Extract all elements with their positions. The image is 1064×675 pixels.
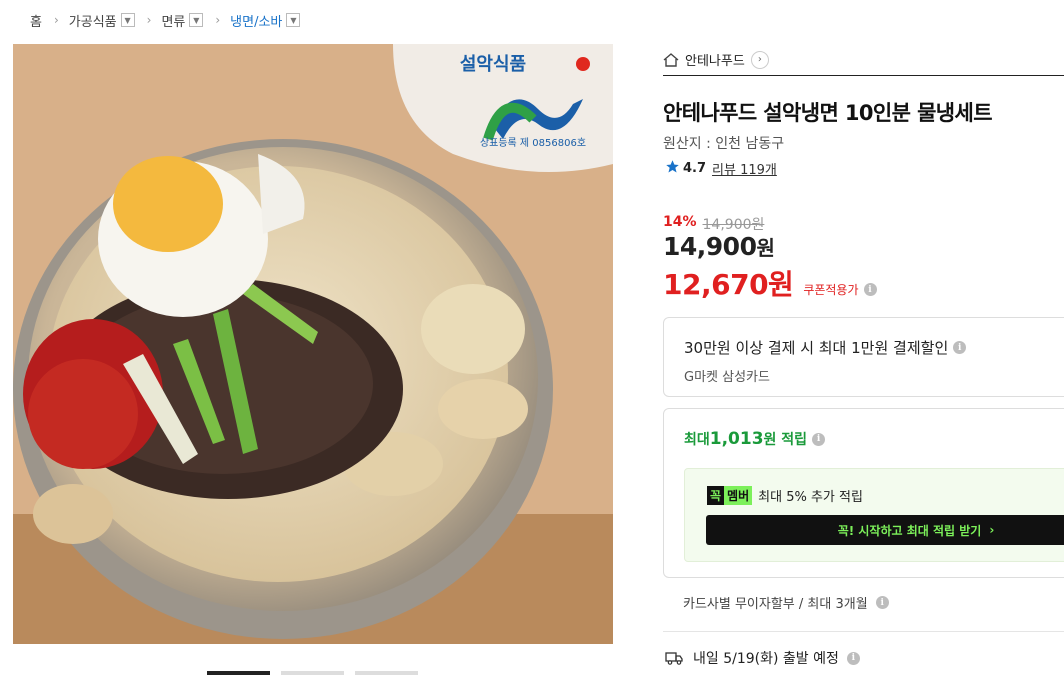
current-price-value: 14,900 [663, 232, 757, 261]
seller-link[interactable]: 안테나푸드 › [663, 44, 1064, 76]
star-icon [665, 159, 680, 178]
info-icon[interactable]: i [812, 432, 826, 446]
member-badge: 꼭 멤버 [707, 486, 753, 505]
discount-percent: 14% [663, 214, 697, 230]
member-badge-part2: 멤버 [724, 486, 753, 505]
breadcrumb-item-noodles[interactable]: › 면류 ▼ [135, 11, 204, 30]
info-icon[interactable]: i [953, 341, 967, 354]
info-icon[interactable]: i [863, 283, 877, 296]
reward-amount: 1,013 [709, 429, 764, 449]
card-discount-title: 30만원 이상 결제 시 최대 1만원 결제할인 [684, 339, 949, 357]
installment-info: 카드사별 무이자할부 / 최대 3개월 i [683, 593, 889, 612]
rating-score: 4.7 [683, 161, 707, 176]
member-promo-line: 꼭 멤버 최대 5% 추가 적립 [707, 486, 863, 505]
shipping-info: 내일 5/19(화) 출발 예정 i [665, 648, 860, 668]
member-promo-text: 최대 5% 추가 적립 [758, 490, 863, 505]
coupon-label-text[interactable]: 쿠폰적용가 [803, 281, 858, 298]
member-badge-part1: 꼭 [707, 486, 725, 505]
installment-text: 카드사별 무이자할부 / 최대 3개월 [683, 597, 868, 612]
chevron-right-icon: › [215, 13, 221, 27]
home-icon [663, 52, 679, 67]
thumbnail-indicator-active[interactable] [207, 671, 270, 675]
breadcrumb-home[interactable]: 홈 [30, 11, 42, 30]
reward-summary: 최대 1,013 원 적립 i [684, 429, 826, 449]
product-origin: 원산지 : 인천 남동구 [663, 136, 785, 152]
divider [663, 631, 1064, 632]
coupon-price: 12,670원 [663, 268, 794, 301]
chevron-down-icon[interactable]: ▼ [189, 13, 204, 27]
reward-suffix: 원 적립 [763, 432, 808, 448]
member-join-button[interactable]: 꼭! 시작하고 최대 적립 받기 › [706, 515, 1064, 545]
shipping-text: 내일 5/19(화) 출발 예정 [693, 651, 839, 667]
card-name: G마켓 삼성카드 [684, 370, 770, 385]
info-icon[interactable]: i [846, 651, 860, 665]
thumbnail-indicator[interactable] [355, 671, 418, 675]
chevron-down-icon[interactable]: ▼ [120, 13, 135, 27]
coupon-label[interactable]: 쿠폰적용가 i [803, 281, 877, 298]
seller-name[interactable]: 안테나푸드 [685, 50, 745, 69]
breadcrumb-item-processed-food[interactable]: › 가공식품 ▼ [42, 11, 135, 30]
rating-summary: 4.7 리뷰 119개 [665, 159, 777, 178]
chevron-right-icon: › [53, 13, 59, 27]
card-discount-box[interactable]: 30만원 이상 결제 시 최대 1만원 결제할인 i G마켓 삼성카드 [663, 317, 1064, 397]
thumbnail-indicator[interactable] [281, 671, 344, 675]
breadcrumb-item-naengmyeon[interactable]: › 냉면/소바 ▼ [203, 11, 301, 30]
original-price: 14,900원 [702, 217, 765, 233]
naengmyeon-photo: 설악식품 상표등록 제 0856806호 [13, 44, 613, 644]
member-join-button-label[interactable]: 꼭! 시작하고 최대 적립 받기 [838, 522, 982, 539]
discount-row: 14% 14,900원 [663, 214, 764, 234]
member-promo: 꼭 멤버 최대 5% 추가 적립 꼭! 시작하고 최대 적립 받기 › [684, 468, 1064, 562]
brand-logo-text: 설악식품 [460, 54, 526, 75]
truck-icon [665, 651, 683, 665]
chevron-down-icon[interactable]: ▼ [286, 13, 301, 27]
breadcrumb: 홈 › 가공식품 ▼ › 면류 ▼ › 냉면/소바 ▼ [30, 10, 301, 30]
info-icon[interactable]: i [875, 596, 889, 609]
chevron-right-icon: › [989, 523, 995, 537]
current-price: 14,900원 [663, 232, 775, 261]
chevron-right-icon: › [146, 13, 152, 27]
card-discount-title-row: 30만원 이상 결제 시 최대 1만원 결제할인 i [684, 337, 967, 358]
product-image[interactable]: 설악식품 상표등록 제 0856806호 [13, 44, 613, 644]
chevron-right-icon[interactable]: › [750, 50, 769, 69]
coupon-price-row: 12,670원 쿠폰적용가 i [663, 263, 877, 303]
product-title: 안테나푸드 설악냉면 10인분 물냉세트 [663, 101, 993, 125]
brand-registration-text: 상표등록 제 0856806호 [480, 137, 586, 149]
reviews-link[interactable]: 리뷰 119개 [712, 159, 777, 178]
current-price-unit: 원 [756, 236, 775, 260]
reward-prefix: 최대 [684, 432, 710, 448]
reward-box: 최대 1,013 원 적립 i 꼭 멤버 최대 5% 추가 적립 꼭! 시작하고 최… [663, 408, 1064, 578]
